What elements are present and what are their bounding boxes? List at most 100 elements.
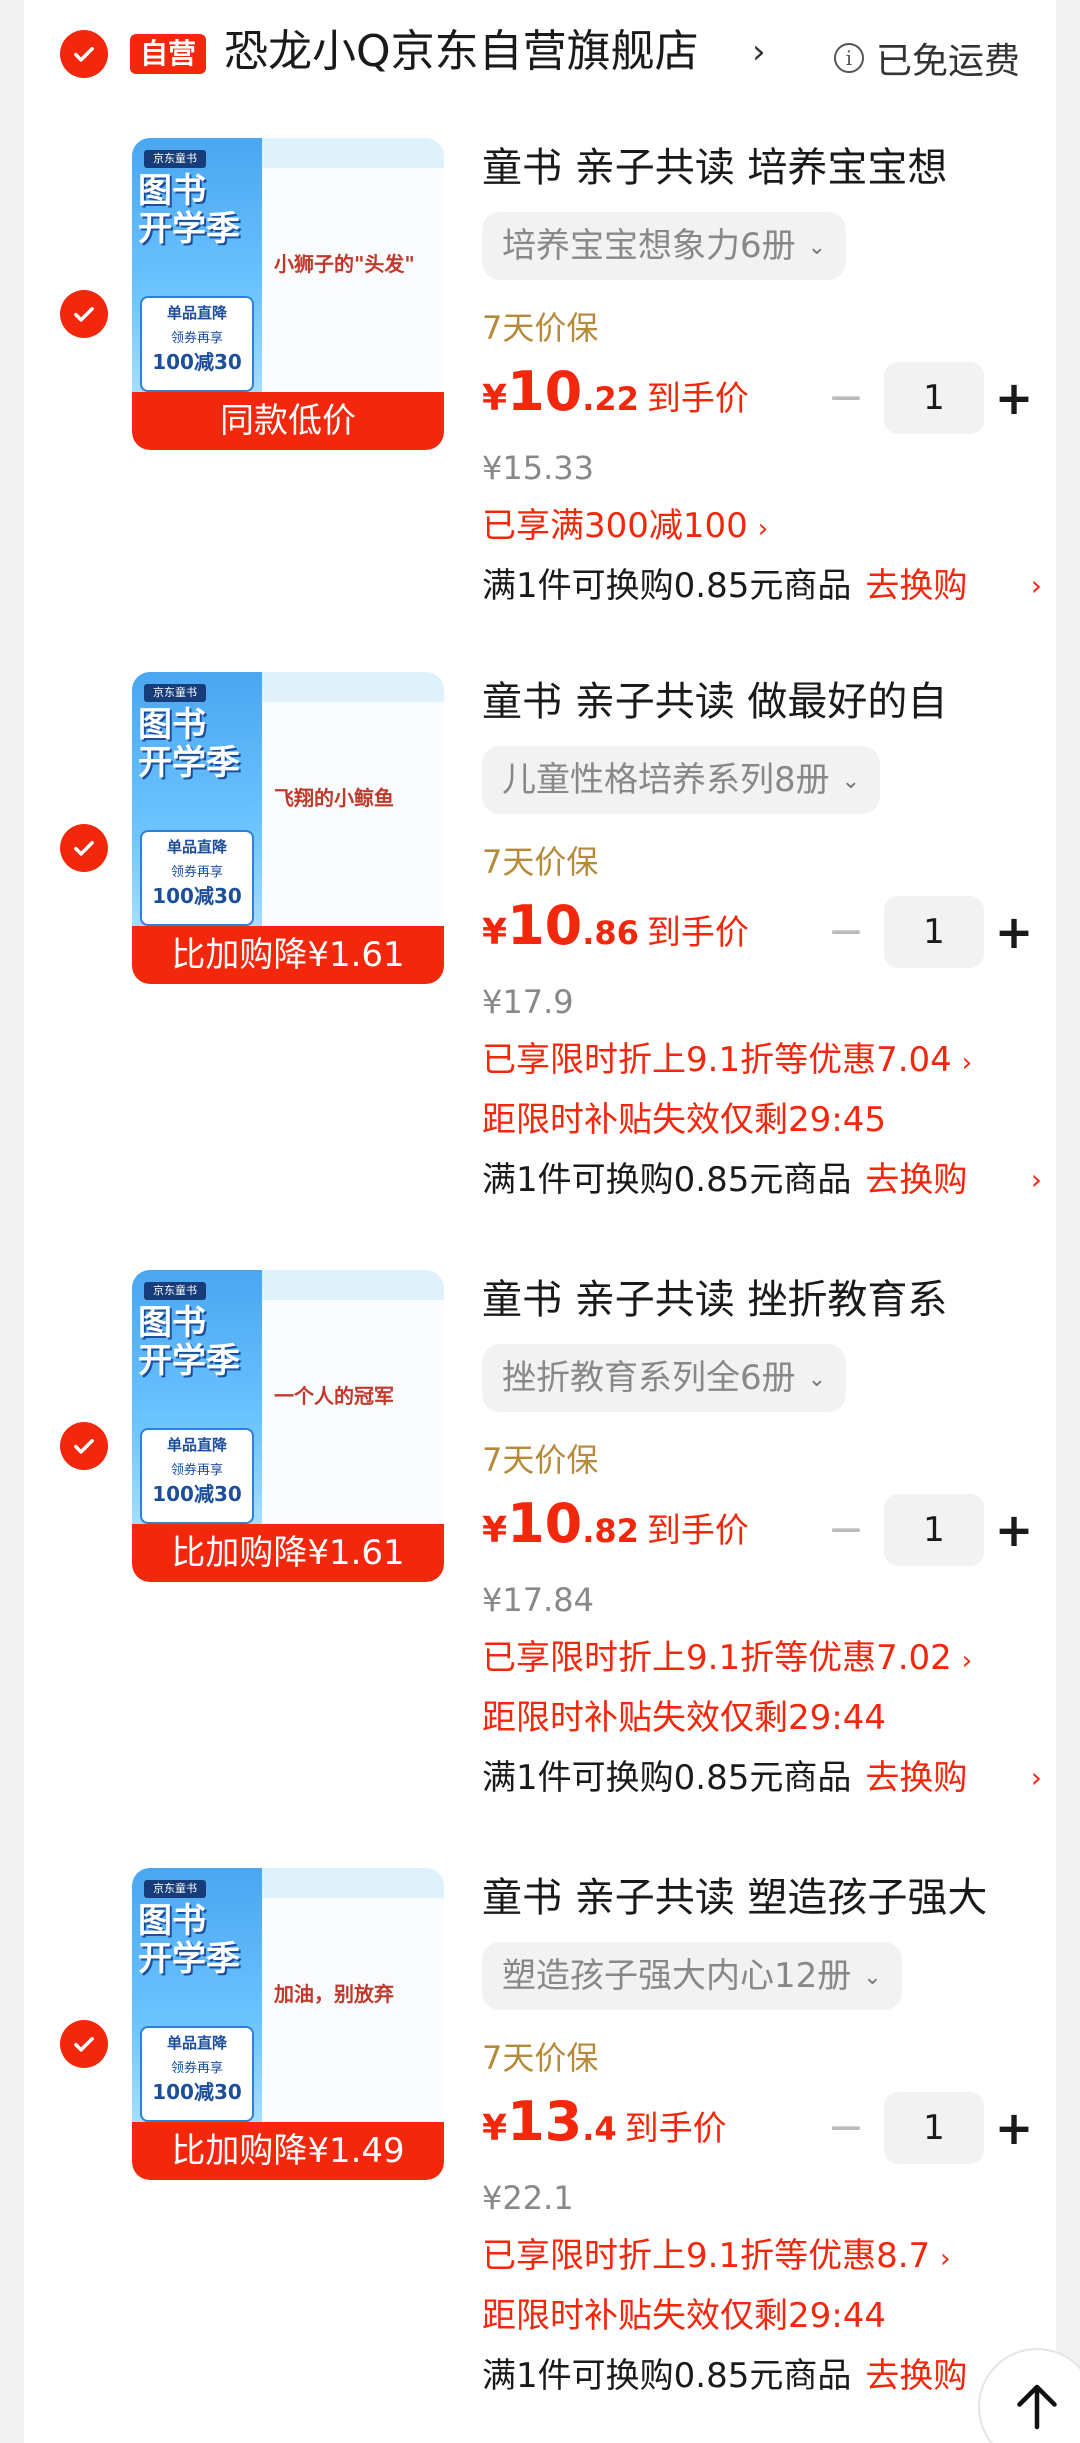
variant-selector[interactable]: 儿童性格培养系列8册 ⌄	[482, 746, 881, 814]
thumbnail-title: 图书 开学季	[138, 172, 268, 248]
info-icon[interactable]: i	[833, 43, 864, 73]
promotion-label: 已享满300减100	[482, 506, 748, 546]
final-price: ¥10.82 到手价	[482, 1492, 749, 1572]
promotion-link[interactable]: 已享满300减100 ›	[482, 502, 768, 553]
shop-name-link[interactable]: 恐龙小Q京东自营旗舰店	[224, 24, 699, 80]
price-guarantee-label: 7天价保	[482, 843, 599, 881]
cart-shop-card: 自营 恐龙小Q京东自营旗舰店 › i 已免运费 京东童书 图书 开学季 单品直降 领券再…	[24, 0, 1080, 2443]
product-title[interactable]: 童书 亲子共读 挫折教育系	[482, 1270, 1022, 1330]
chevron-right-icon: ›	[961, 1048, 973, 1078]
product-thumbnail[interactable]: 京东童书 图书 开学季 单品直降 领券再享 100减30 一个人的冠军 比加购降¥1.61	[132, 1270, 444, 1582]
product-thumbnail[interactable]: 京东童书图书 开学季单品直降 领券再享 100减30 小狮子的"头发" 同款低价	[132, 138, 444, 450]
decrease-quantity-button[interactable]: −	[824, 1502, 868, 1558]
thumbnail-title-line2: 开学季	[138, 743, 240, 783]
thumbnail-title: 图书 开学季	[138, 706, 268, 782]
exchange-offer: 满1件可换购0.85元商品去换购›	[482, 2352, 1042, 2400]
chevron-right-icon: ›	[961, 1646, 973, 1676]
subsidy-countdown: 距限时补贴失效仅剩29:44	[482, 1694, 886, 1742]
thumbnail-coupon-box: 单品直降 领券再享 100减30	[140, 296, 254, 392]
book-cover: 小狮子的"头发"	[262, 168, 444, 398]
price-guarantee-label: 7天价保	[482, 309, 599, 347]
book-cover-title: 一个人的冠军	[274, 1384, 394, 1408]
shop-select-checkbox[interactable]	[60, 30, 108, 78]
checkmark-icon	[74, 307, 94, 322]
chevron-down-icon: ⌄	[807, 1366, 827, 1392]
item-select-checkbox[interactable]	[60, 2020, 108, 2068]
thumbnail-price-label: 比加购降¥1.61	[132, 1524, 444, 1582]
variant-label: 塑造孩子强大内心12册	[502, 1956, 852, 1996]
chevron-right-icon[interactable]: ›	[1031, 1754, 1042, 1802]
thumbnail-title-line2: 开学季	[138, 1341, 240, 1381]
thumbnail-title-line1: 图书	[138, 1901, 206, 1941]
exchange-link[interactable]: 去换购	[865, 566, 967, 606]
increase-quantity-button[interactable]: +	[992, 1500, 1036, 1560]
thumbnail-price-label: 同款低价	[132, 392, 444, 450]
cart-item: 京东童书 图书 开学季 单品直降 领券再享 100减30 加油，别放弃 比加购降¥1.49 童书…	[24, 1868, 1056, 2443]
exchange-offer-text: 满1件可换购0.85元商品	[482, 1160, 852, 1200]
thumbnail-coupon-line2: 领券再享	[170, 1463, 223, 1478]
promotion-label: 已享限时折上9.1折等优惠7.02	[482, 1638, 952, 1678]
promotion-label: 已享限时折上9.1折等优惠7.04	[482, 1040, 952, 1080]
chevron-right-icon[interactable]: ›	[1031, 562, 1042, 610]
product-title[interactable]: 童书 亲子共读 做最好的自	[482, 672, 1022, 732]
variant-label: 儿童性格培养系列8册	[502, 760, 830, 800]
exchange-link[interactable]: 去换购	[865, 2356, 967, 2396]
promotion-link[interactable]: 已享限时折上9.1折等优惠8.7 ›	[482, 2232, 951, 2283]
product-title[interactable]: 童书 亲子共读 培养宝宝想	[482, 138, 1022, 198]
original-price: ¥22.1	[482, 2179, 574, 2217]
thumbnail-promo-panel: 京东童书 图书 开学季 单品直降 领券再享 100减30	[132, 672, 262, 932]
countdown-label: 距限时补贴失效仅剩29:44	[482, 2296, 886, 2336]
checkmark-icon	[74, 2037, 94, 2052]
increase-quantity-button[interactable]: +	[992, 2098, 1036, 2158]
price-suffix: 到手价	[646, 379, 749, 419]
price-suffix: 到手价	[646, 1511, 749, 1551]
variant-selector[interactable]: 塑造孩子强大内心12册 ⌄	[482, 1942, 902, 2010]
product-title[interactable]: 童书 亲子共读 塑造孩子强大	[482, 1868, 1022, 1928]
exchange-offer-text: 满1件可换购0.85元商品	[482, 1758, 852, 1798]
checkmark-icon	[74, 1439, 94, 1454]
price-suffix: 到手价	[646, 913, 749, 953]
thumbnail-tag: 京东童书	[144, 150, 206, 168]
increase-quantity-button[interactable]: +	[992, 902, 1036, 962]
item-select-checkbox[interactable]	[60, 290, 108, 338]
promotion-label: 已享限时折上9.1折等优惠8.7	[482, 2236, 931, 2276]
shipping-label: 已免运费	[875, 41, 1020, 82]
thumbnail-title: 图书 开学季	[138, 1304, 268, 1380]
price-suffix: 到手价	[624, 2109, 727, 2149]
thumbnail-coupon-line2: 领券再享	[170, 2061, 223, 2076]
promotion-link[interactable]: 已享限时折上9.1折等优惠7.04 ›	[482, 1036, 972, 1087]
promotion-link[interactable]: 已享限时折上9.1折等优惠7.02 ›	[482, 1634, 972, 1685]
quantity-input[interactable]: 1	[884, 2092, 984, 2164]
variant-selector[interactable]: 挫折教育系列全6册 ⌄	[482, 1344, 847, 1412]
chevron-down-icon: ⌄	[863, 1964, 882, 1990]
item-select-checkbox[interactable]	[60, 1422, 108, 1470]
item-select-checkbox[interactable]	[60, 824, 108, 872]
exchange-offer: 满1件可换购0.85元商品去换购 ›	[482, 1754, 1042, 1802]
book-cover-title: 飞翔的小鲸鱼	[274, 786, 394, 810]
quantity-input[interactable]: 1	[884, 896, 984, 968]
price-integer: 13	[507, 2090, 583, 2153]
final-price: ¥10.22 到手价	[482, 360, 749, 440]
product-thumbnail[interactable]: 京东童书 图书 开学季 单品直降 领券再享 100减30 飞翔的小鲸鱼 比加购降¥1.61	[132, 672, 444, 984]
cart-item: 京东童书 图书 开学季 单品直降 领券再享 100减30 飞翔的小鲸鱼 比加购降¥1.61 童书…	[24, 672, 1056, 1270]
book-cover: 加油，别放弃	[262, 1898, 444, 2128]
chevron-right-icon[interactable]: ›	[752, 32, 766, 72]
quantity-input[interactable]: 1	[884, 1494, 984, 1566]
chevron-right-icon[interactable]: ›	[1031, 1156, 1042, 1204]
variant-selector[interactable]: 培养宝宝想象力6册 ⌄	[482, 212, 847, 280]
decrease-quantity-button[interactable]: −	[824, 904, 868, 960]
product-thumbnail[interactable]: 京东童书 图书 开学季 单品直降 领券再享 100减30 加油，别放弃 比加购降¥1.49	[132, 1868, 444, 2180]
exchange-link[interactable]: 去换购	[865, 1160, 967, 1200]
increase-quantity-button[interactable]: +	[992, 368, 1036, 428]
exchange-link[interactable]: 去换购	[865, 1758, 967, 1798]
price-currency: ¥	[482, 2108, 508, 2149]
decrease-quantity-button[interactable]: −	[824, 2100, 868, 2156]
price-decimal: .86	[582, 914, 639, 952]
quantity-input[interactable]: 1	[884, 362, 984, 434]
arrow-up-icon	[1017, 2384, 1057, 2430]
countdown-label: 距限时补贴失效仅剩29:45	[482, 1100, 886, 1140]
thumbnail-title: 图书 开学季	[138, 1902, 268, 1978]
quantity-stepper: −1 +	[824, 362, 1033, 434]
decrease-quantity-button[interactable]: −	[824, 370, 868, 426]
checkmark-icon	[74, 841, 94, 856]
